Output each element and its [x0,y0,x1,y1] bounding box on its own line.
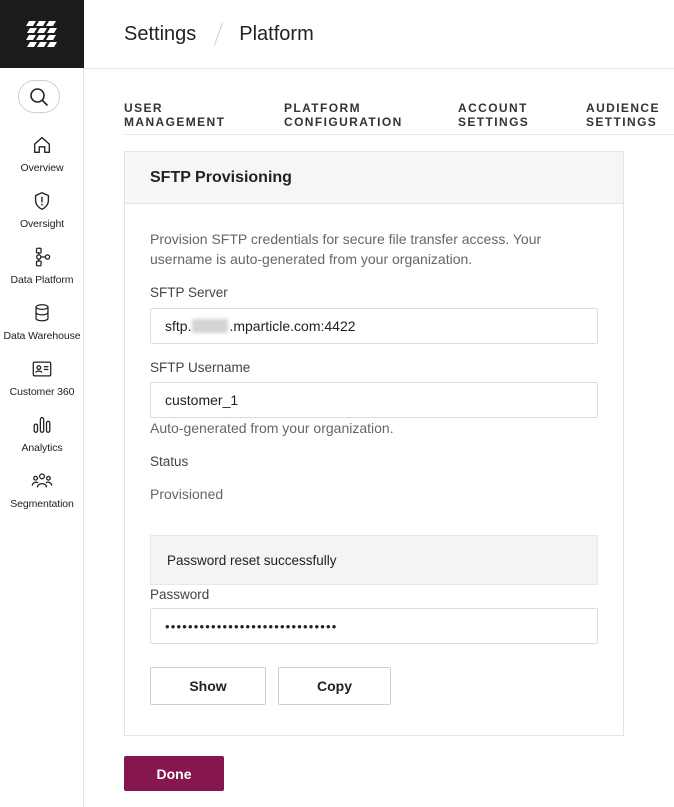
card-description: Provision SFTP credentials for secure fi… [150,231,542,267]
password-label: Password [150,587,210,602]
password-field[interactable]: •••••••••••••••••••••••••••••• [150,608,598,644]
show-password-button[interactable]: Show [150,667,266,705]
sidebar-item-data-platform[interactable]: Data Platform [0,244,84,300]
tab-audience-settings[interactable]: AUDIENCE SETTINGS [586,101,660,129]
sftp-server-label: SFTP Server [150,285,228,300]
breadcrumb-settings[interactable]: Settings [124,23,196,46]
tab-label: PLATFORM [284,101,361,115]
sidebar-item-oversight[interactable]: Oversight [0,188,84,244]
search-icon [30,87,48,106]
sftp-server-suffix: .mparticle.com:4422 [229,318,356,334]
sidebar-item-label: Data Platform [10,274,74,286]
breadcrumb-separator [214,22,224,46]
bar-chart-icon [33,417,51,433]
tab-user-management[interactable]: USER MANAGEMENT [124,101,225,129]
sftp-username-value: customer_1 [165,392,239,408]
username-helper-text: Auto-generated from your organization. [150,420,394,436]
database-icon [35,304,49,322]
home-icon [33,136,51,154]
sidebar-item-analytics[interactable]: Analytics [0,412,84,468]
tab-label: MANAGEMENT [124,115,226,129]
sidebar: Overview Oversight Data Platform Data Wa… [0,0,84,807]
sftp-username-field[interactable]: customer_1 [150,382,598,418]
sidebar-item-customer-360[interactable]: Customer 360 [0,356,84,412]
tab-platform-configuration[interactable]: PLATFORM CONFIGURATION [284,101,403,129]
sftp-username-label: SFTP Username [150,360,251,375]
password-reset-notice: Password reset successfully [150,535,598,585]
card-header: SFTP Provisioning [125,152,623,204]
sidebar-item-label: Overview [20,162,64,174]
tab-label: SETTINGS [586,115,658,129]
sftp-provisioning-card: SFTP Provisioning Provision SFTP credent… [124,151,624,736]
redacted-mask [192,319,229,333]
sidebar-item-label: Oversight [19,218,65,230]
settings-tabs: USER MANAGEMENT PLATFORM CONFIGURATION A… [124,101,674,135]
copy-password-button[interactable]: Copy [278,667,391,705]
password-value: •••••••••••••••••••••••••••••• [165,618,338,634]
status-label: Status [150,454,189,469]
sidebar-item-segmentation[interactable]: Segmentation [0,468,84,524]
brand-logo[interactable] [0,0,84,68]
done-button[interactable]: Done [124,756,224,791]
card-title: SFTP Provisioning [150,168,292,186]
sidebar-item-label: Analytics [21,442,63,454]
shield-icon [34,192,50,210]
breadcrumb-platform: Platform [239,22,314,45]
logo-icon [26,21,57,47]
sidebar-item-data-warehouse[interactable]: Data Warehouse [0,300,84,356]
notice-text: Password reset successfully [167,552,337,568]
breadcrumb: Settings Platform [84,0,674,69]
sftp-server-prefix: sftp. [165,318,192,334]
sidebar-nav: Overview Oversight Data Platform Data Wa… [0,132,84,524]
search-button[interactable] [18,80,60,113]
sidebar-item-overview[interactable]: Overview [0,132,84,188]
tab-label: SETTINGS [458,115,530,129]
people-icon [31,473,53,488]
tab-account-settings[interactable]: ACCOUNT SETTINGS [458,101,529,129]
sidebar-item-label: Data Warehouse [3,330,81,342]
status-value: Provisioned [150,486,224,502]
tab-label: CONFIGURATION [284,115,403,129]
tab-label: ACCOUNT [458,101,528,115]
id-card-icon [32,361,52,377]
tab-label: USER [124,101,163,115]
sftp-server-field[interactable]: sftp. .mparticle.com:4422 [150,308,598,344]
sidebar-item-label: Customer 360 [9,386,75,398]
tab-label: AUDIENCE [586,101,660,115]
sidebar-item-label: Segmentation [10,498,74,510]
data-platform-icon [35,247,51,267]
